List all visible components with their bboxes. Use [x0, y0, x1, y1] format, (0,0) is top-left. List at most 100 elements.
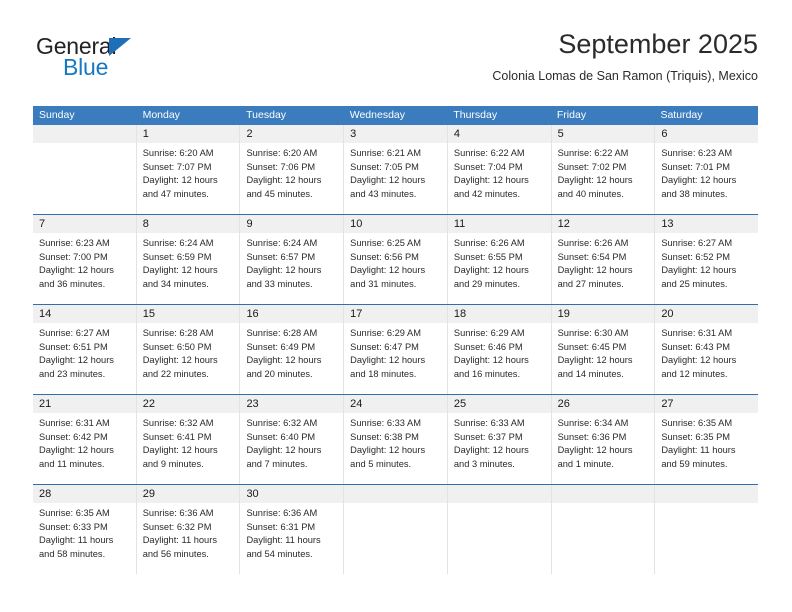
calendar-day-cell[interactable]: 14 Sunrise: 6:27 AM Sunset: 6:51 PM Dayligh… [33, 305, 137, 394]
daylight-text-cont: and 18 minutes. [350, 368, 417, 379]
daylight-text: Daylight: 12 hours [557, 355, 633, 366]
daylight-text: Daylight: 11 hours [661, 445, 736, 456]
day-details: Sunrise: 6:23 AM Sunset: 7:01 PM Daylight:… [655, 143, 758, 201]
daylight-text: Daylight: 12 hours [557, 445, 633, 456]
sunrise-text: Sunrise: 6:23 AM [661, 148, 733, 158]
calendar-day-cell[interactable]: 24 Sunrise: 6:33 AM Sunset: 6:38 PM Dayligh… [344, 395, 448, 484]
daylight-text: Daylight: 12 hours [142, 445, 218, 456]
calendar-day-cell[interactable]: 1 Sunrise: 6:20 AM Sunset: 7:07 PM Daylight… [136, 125, 241, 214]
calendar-day-cell[interactable]: 28 Sunrise: 6:35 AM Sunset: 6:33 PM Dayligh… [33, 485, 137, 574]
brand-name-blue: Blue [63, 54, 109, 80]
daylight-text: Daylight: 12 hours [142, 265, 218, 276]
sunset-text: Sunset: 6:40 PM [246, 431, 316, 442]
calendar-day-cell[interactable]: 19 Sunrise: 6:30 AM Sunset: 6:45 PM Dayligh… [551, 305, 656, 394]
calendar-day-cell[interactable]: 22 Sunrise: 6:32 AM Sunset: 6:41 PM Dayligh… [136, 395, 241, 484]
daylight-text-cont: and 23 minutes. [39, 368, 106, 379]
sunrise-text: Sunrise: 6:32 AM [142, 418, 214, 428]
sunrise-text: Sunrise: 6:29 AM [350, 328, 421, 338]
calendar-day-cell[interactable]: 11 Sunrise: 6:26 AM Sunset: 6:55 PM Dayligh… [447, 215, 552, 304]
sunrise-text: Sunrise: 6:31 AM [661, 328, 733, 338]
daylight-text: Daylight: 12 hours [557, 175, 633, 186]
daylight-text-cont: and 27 minutes. [557, 278, 624, 289]
triangle-icon [109, 38, 131, 56]
sunrise-text: Sunrise: 6:34 AM [557, 418, 629, 428]
sunset-text: Sunset: 6:33 PM [39, 521, 108, 532]
sunset-text: Sunset: 6:45 PM [557, 341, 627, 352]
day-details: Sunrise: 6:24 AM Sunset: 6:57 PM Daylight:… [240, 233, 343, 291]
calendar-day-cell[interactable]: 6 Sunrise: 6:23 AM Sunset: 7:01 PM Daylight… [655, 125, 759, 214]
sunrise-text: Sunrise: 6:30 AM [557, 328, 629, 338]
sunrise-text: Sunrise: 6:20 AM [246, 148, 318, 158]
calendar-day-cell[interactable]: 10 Sunrise: 6:25 AM Sunset: 6:56 PM Dayligh… [344, 215, 448, 304]
sunset-text: Sunset: 7:05 PM [350, 161, 419, 172]
calendar-day-cell[interactable]: 17 Sunrise: 6:29 AM Sunset: 6:47 PM Dayligh… [344, 305, 448, 394]
calendar-day-cell[interactable]: 15 Sunrise: 6:28 AM Sunset: 6:50 PM Dayligh… [136, 305, 241, 394]
day-details: Sunrise: 6:33 AM Sunset: 6:38 PM Daylight:… [344, 413, 447, 471]
calendar-day-cell[interactable]: 21 Sunrise: 6:31 AM Sunset: 6:42 PM Dayligh… [33, 395, 137, 484]
week-inner: 21 Sunrise: 6:31 AM Sunset: 6:42 PM Dayligh… [33, 395, 759, 484]
day-details: Sunrise: 6:28 AM Sunset: 6:49 PM Daylight:… [240, 323, 343, 381]
day-number: 10 [344, 215, 447, 233]
daylight-text: Daylight: 12 hours [350, 175, 426, 186]
daylight-text-cont: and 14 minutes. [557, 368, 624, 379]
calendar-day-cell[interactable]: 7 Sunrise: 6:23 AM Sunset: 7:00 PM Daylight… [33, 215, 137, 304]
day-number [447, 485, 551, 503]
day-details: Sunrise: 6:26 AM Sunset: 6:54 PM Daylight:… [552, 233, 655, 291]
calendar-day-cell[interactable]: 23 Sunrise: 6:32 AM Sunset: 6:40 PM Dayligh… [240, 395, 345, 484]
daylight-text-cont: and 38 minutes. [661, 188, 728, 199]
day-number: 8 [136, 215, 240, 233]
calendar-day-cell[interactable]: 20 Sunrise: 6:31 AM Sunset: 6:43 PM Dayligh… [655, 305, 759, 394]
calendar-day-cell[interactable]: 2 Sunrise: 6:20 AM Sunset: 7:06 PM Daylight… [240, 125, 345, 214]
weekday-header-sunday: Sunday [39, 109, 75, 121]
daylight-text: Daylight: 12 hours [453, 355, 529, 366]
day-number: 14 [33, 305, 136, 323]
sunset-text: Sunset: 6:54 PM [557, 251, 627, 262]
calendar-day-cell[interactable]: 4 Sunrise: 6:22 AM Sunset: 7:04 PM Daylight… [447, 125, 552, 214]
sunrise-text: Sunrise: 6:24 AM [246, 238, 318, 248]
sunset-text: Sunset: 7:04 PM [453, 161, 523, 172]
brand-logo[interactable]: General Blue [33, 34, 233, 88]
calendar-day-cell[interactable]: 13 Sunrise: 6:27 AM Sunset: 6:52 PM Dayligh… [655, 215, 759, 304]
week-inner: 7 Sunrise: 6:23 AM Sunset: 7:00 PM Daylight… [33, 215, 759, 304]
calendar-day-cell[interactable]: 16 Sunrise: 6:28 AM Sunset: 6:49 PM Dayligh… [240, 305, 345, 394]
day-number: 11 [447, 215, 551, 233]
calendar-day-cell[interactable]: 5 Sunrise: 6:22 AM Sunset: 7:02 PM Daylight… [551, 125, 656, 214]
daylight-text: Daylight: 12 hours [350, 445, 426, 456]
daylight-text-cont: and 16 minutes. [453, 368, 521, 379]
calendar-day-cell[interactable]: 3 Sunrise: 6:21 AM Sunset: 7:05 PM Daylight… [344, 125, 448, 214]
sunrise-text: Sunrise: 6:28 AM [246, 328, 318, 338]
calendar-day-cell[interactable]: 25 Sunrise: 6:33 AM Sunset: 6:37 PM Dayligh… [447, 395, 552, 484]
day-details: Sunrise: 6:20 AM Sunset: 7:06 PM Daylight:… [240, 143, 343, 201]
daylight-text-cont: and 45 minutes. [246, 188, 313, 199]
calendar-day-cell-empty [344, 485, 448, 574]
day-number [655, 485, 759, 503]
sunset-text: Sunset: 6:31 PM [246, 521, 316, 532]
sunrise-text: Sunrise: 6:23 AM [39, 238, 110, 248]
calendar-day-cell[interactable]: 26 Sunrise: 6:34 AM Sunset: 6:36 PM Dayligh… [551, 395, 656, 484]
sunrise-text: Sunrise: 6:33 AM [453, 418, 525, 428]
daylight-text-cont: and 20 minutes. [246, 368, 313, 379]
calendar-day-cell[interactable]: 12 Sunrise: 6:26 AM Sunset: 6:54 PM Dayligh… [551, 215, 656, 304]
calendar-day-cell[interactable]: 29 Sunrise: 6:36 AM Sunset: 6:32 PM Dayligh… [136, 485, 241, 574]
sunset-text: Sunset: 6:35 PM [661, 431, 731, 442]
daylight-text: Daylight: 11 hours [246, 535, 321, 546]
day-details: Sunrise: 6:36 AM Sunset: 6:32 PM Daylight:… [137, 503, 240, 561]
calendar-week-row: 28 Sunrise: 6:35 AM Sunset: 6:33 PM Dayligh… [33, 484, 759, 574]
calendar-day-cell[interactable]: 30 Sunrise: 6:36 AM Sunset: 6:31 PM Dayligh… [240, 485, 345, 574]
sunrise-text: Sunrise: 6:27 AM [39, 328, 110, 338]
daylight-text: Daylight: 12 hours [246, 355, 322, 366]
sunrise-text: Sunrise: 6:36 AM [246, 508, 318, 518]
daylight-text: Daylight: 11 hours [142, 535, 217, 546]
calendar-day-cell[interactable]: 27 Sunrise: 6:35 AM Sunset: 6:35 PM Dayligh… [655, 395, 759, 484]
calendar-day-cell[interactable]: 9 Sunrise: 6:24 AM Sunset: 6:57 PM Daylight… [240, 215, 345, 304]
day-number: 6 [655, 125, 759, 143]
sunrise-text: Sunrise: 6:31 AM [39, 418, 110, 428]
sunset-text: Sunset: 6:41 PM [142, 431, 212, 442]
calendar-day-cell[interactable]: 18 Sunrise: 6:29 AM Sunset: 6:46 PM Dayligh… [447, 305, 552, 394]
sunrise-text: Sunrise: 6:29 AM [453, 328, 525, 338]
daylight-text-cont: and 40 minutes. [557, 188, 624, 199]
page-title: September 2025 [558, 29, 758, 59]
calendar-day-cell[interactable]: 8 Sunrise: 6:24 AM Sunset: 6:59 PM Daylight… [136, 215, 241, 304]
weekday-header-wednesday: Wednesday [349, 109, 405, 121]
daylight-text: Daylight: 12 hours [246, 445, 322, 456]
